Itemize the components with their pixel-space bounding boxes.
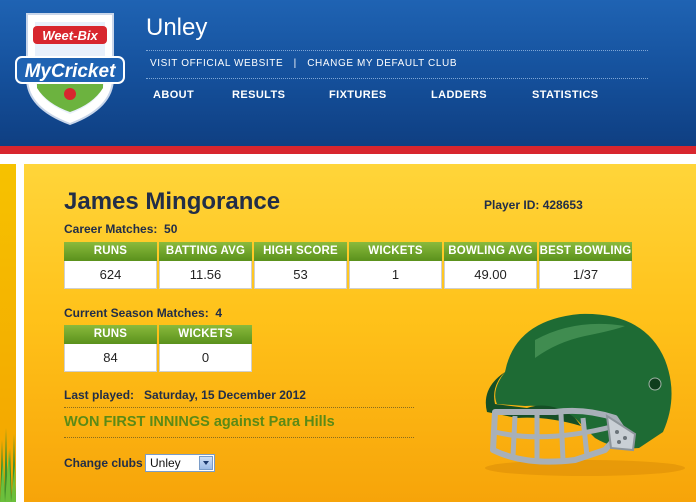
season-matches-label: Current Season Matches: — [64, 306, 209, 320]
nav-ladders[interactable]: LADDERS — [431, 89, 487, 101]
visit-website-link[interactable]: VISIT OFFICIAL WEBSITE — [150, 58, 283, 69]
player-id: Player ID: 428653 — [484, 198, 583, 212]
career-stats-table: RUNS 624 BATTING AVG 11.56 HIGH SCORE 53 WI… — [64, 242, 634, 289]
stat-value: 11.56 — [159, 261, 252, 289]
player-name: James Mingorance — [64, 188, 281, 215]
cricket-helmet-icon — [485, 313, 685, 476]
season-matches-line: Current Season Matches: 4 — [64, 306, 222, 320]
stat-header: WICKETS — [159, 325, 252, 344]
stat-header: BEST BOWLING — [539, 242, 632, 261]
last-played-date: Saturday, 15 December 2012 — [144, 388, 306, 402]
nav-fixtures[interactable]: FIXTURES — [329, 89, 387, 101]
stat-runs: RUNS 624 — [64, 242, 157, 289]
stat-batting-avg: BATTING AVG 11.56 — [159, 242, 252, 289]
chevron-down-icon — [203, 461, 209, 465]
last-result: WON FIRST INNINGS against Para Hills — [64, 414, 335, 430]
change-clubs-select[interactable]: Unley — [145, 454, 215, 472]
stat-value: 49.00 — [444, 261, 537, 289]
stat-high-score: HIGH SCORE 53 — [254, 242, 347, 289]
season-stats-table: RUNS 84 WICKETS 0 — [64, 325, 254, 372]
header-links: VISIT OFFICIAL WEBSITE | CHANGE MY DEFAU… — [150, 58, 457, 69]
stat-value: 53 — [254, 261, 347, 289]
dropdown-arrow[interactable] — [199, 456, 213, 470]
change-default-club-link[interactable]: CHANGE MY DEFAULT CLUB — [307, 58, 457, 69]
stat-value: 84 — [64, 344, 157, 372]
logo-brand-bottom: MyCricket — [25, 61, 116, 82]
link-separator: | — [293, 58, 297, 69]
stat-wickets: WICKETS 1 — [349, 242, 442, 289]
mycricket-logo[interactable]: Weet-Bix MyCricket — [13, 12, 127, 126]
career-matches-label: Career Matches: — [64, 222, 158, 236]
stat-value: 0 — [159, 344, 252, 372]
career-matches-line: Career Matches: 50 — [64, 222, 177, 236]
season-stat-runs: RUNS 84 — [64, 325, 157, 372]
nav-about[interactable]: ABOUT — [153, 89, 194, 101]
nav-results[interactable]: RESULTS — [232, 89, 285, 101]
logo-brand-top: Weet-Bix — [42, 28, 98, 43]
last-played-line: Last played: Saturday, 15 December 2012 — [64, 388, 306, 402]
last-played-label: Last played: — [64, 388, 135, 402]
club-title: Unley — [146, 14, 208, 41]
nav-statistics[interactable]: STATISTICS — [532, 89, 599, 101]
grass-decoration — [0, 428, 16, 502]
season-stat-wickets: WICKETS 0 — [159, 325, 252, 372]
stat-bowling-avg: BOWLING AVG 49.00 — [444, 242, 537, 289]
career-matches-value: 50 — [164, 222, 178, 236]
stat-header: RUNS — [64, 242, 157, 261]
stat-value: 1 — [349, 261, 442, 289]
stat-header: HIGH SCORE — [254, 242, 347, 261]
selected-club: Unley — [150, 456, 181, 470]
divider — [64, 407, 414, 408]
stat-header: BATTING AVG — [159, 242, 252, 261]
change-clubs-label: Change clubs — [64, 456, 143, 470]
stat-header: BOWLING AVG — [444, 242, 537, 261]
header-divider — [146, 78, 648, 79]
stat-value: 624 — [64, 261, 157, 289]
stat-best-bowling: BEST BOWLING 1/37 — [539, 242, 632, 289]
header-divider — [146, 50, 648, 51]
header-white-stripe — [0, 154, 696, 164]
stat-value: 1/37 — [539, 261, 632, 289]
stat-header: RUNS — [64, 325, 157, 344]
stat-header: WICKETS — [349, 242, 442, 261]
divider — [64, 437, 414, 438]
season-matches-value: 4 — [215, 306, 223, 320]
header-red-stripe — [0, 146, 696, 154]
